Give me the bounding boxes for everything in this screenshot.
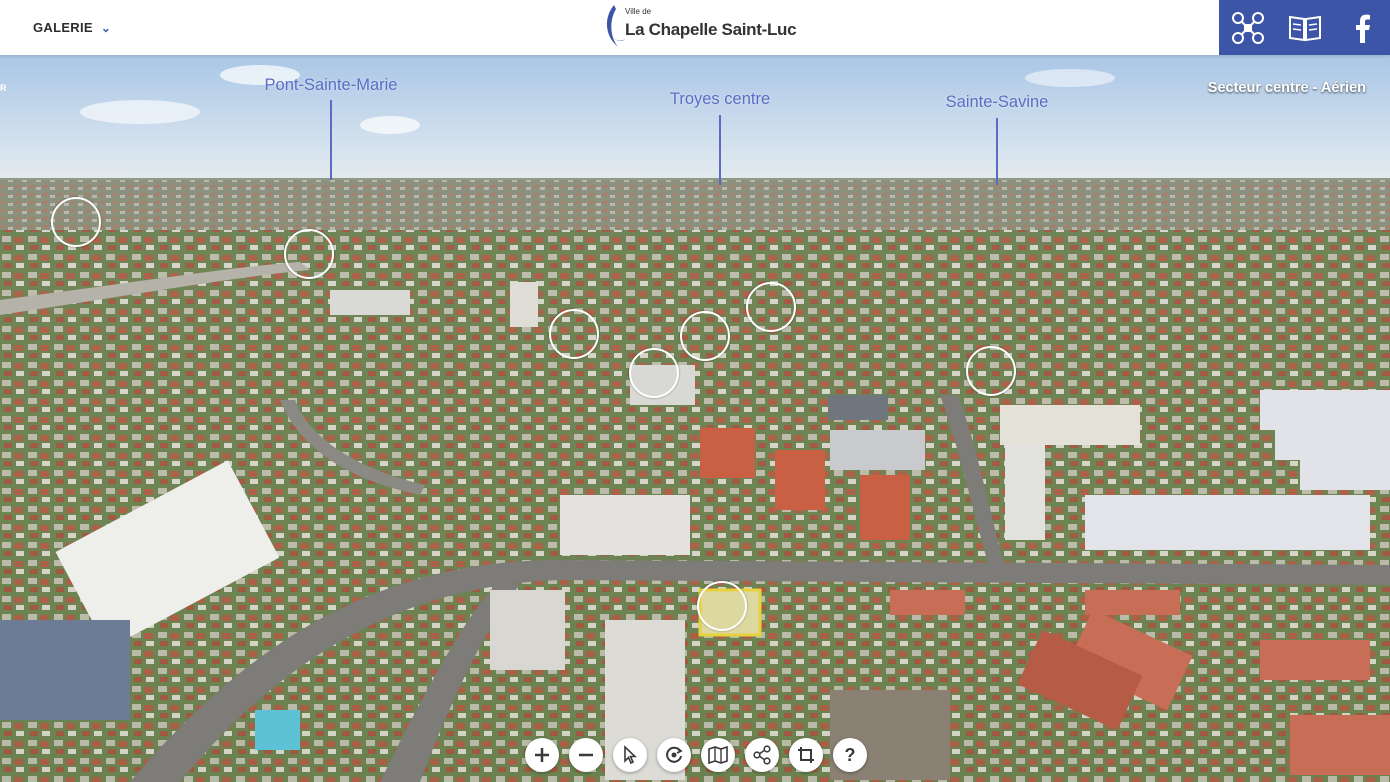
hotspot[interactable] xyxy=(680,311,730,361)
gallery-menu[interactable]: GALERIE ⌄ xyxy=(33,20,111,35)
hotspot[interactable] xyxy=(697,581,747,631)
help-icon[interactable]: ? xyxy=(833,738,867,772)
help-label: ? xyxy=(844,744,856,765)
aerial-panorama[interactable] xyxy=(0,0,1390,782)
logo-mark-icon xyxy=(606,5,625,47)
viewer-toolbar: ? xyxy=(525,738,867,772)
zoom-out-icon[interactable] xyxy=(569,738,603,772)
logo-name: La Chapelle Saint-Luc xyxy=(625,20,797,39)
place-label-troyes-centre[interactable]: Troyes centre xyxy=(670,90,770,109)
chevron-down-icon: ⌄ xyxy=(100,20,112,35)
gallery-label: GALERIE xyxy=(33,20,93,35)
place-pointer-line xyxy=(996,118,998,185)
hotspot[interactable] xyxy=(629,348,679,398)
hotspot[interactable] xyxy=(966,346,1016,396)
city-logo[interactable]: Ville de La Chapelle Saint-Luc xyxy=(600,3,797,51)
zoom-in-icon[interactable] xyxy=(525,738,559,772)
book-icon[interactable] xyxy=(1285,8,1325,48)
place-label-sainte-savine[interactable]: Sainte-Savine xyxy=(946,93,1049,112)
place-pointer-line xyxy=(719,115,721,185)
edge-label-fragment: R xyxy=(0,83,7,93)
top-bar: GALERIE ⌄ Ville de La Chapelle Saint-Luc xyxy=(0,0,1390,55)
facebook-icon[interactable] xyxy=(1342,8,1382,48)
autorotate-icon[interactable] xyxy=(657,738,691,772)
hotspot[interactable] xyxy=(549,309,599,359)
drone-icon[interactable] xyxy=(1228,8,1268,48)
logo-prefix: Ville de xyxy=(625,7,652,16)
place-label-pont-sainte-marie[interactable]: Pont-Sainte-Marie xyxy=(265,76,398,95)
hotspot[interactable] xyxy=(284,229,334,279)
hotspot[interactable] xyxy=(51,197,101,247)
share-icon[interactable] xyxy=(745,738,779,772)
fullscreen-icon[interactable] xyxy=(789,738,823,772)
sector-title: Secteur centre - Aérien xyxy=(1207,80,1366,96)
pointer-icon[interactable] xyxy=(613,738,647,772)
panorama-image xyxy=(0,55,1390,782)
place-pointer-line xyxy=(330,100,332,180)
hotspot[interactable] xyxy=(746,282,796,332)
top-right-actions xyxy=(1219,0,1390,55)
map-icon[interactable] xyxy=(701,738,735,772)
